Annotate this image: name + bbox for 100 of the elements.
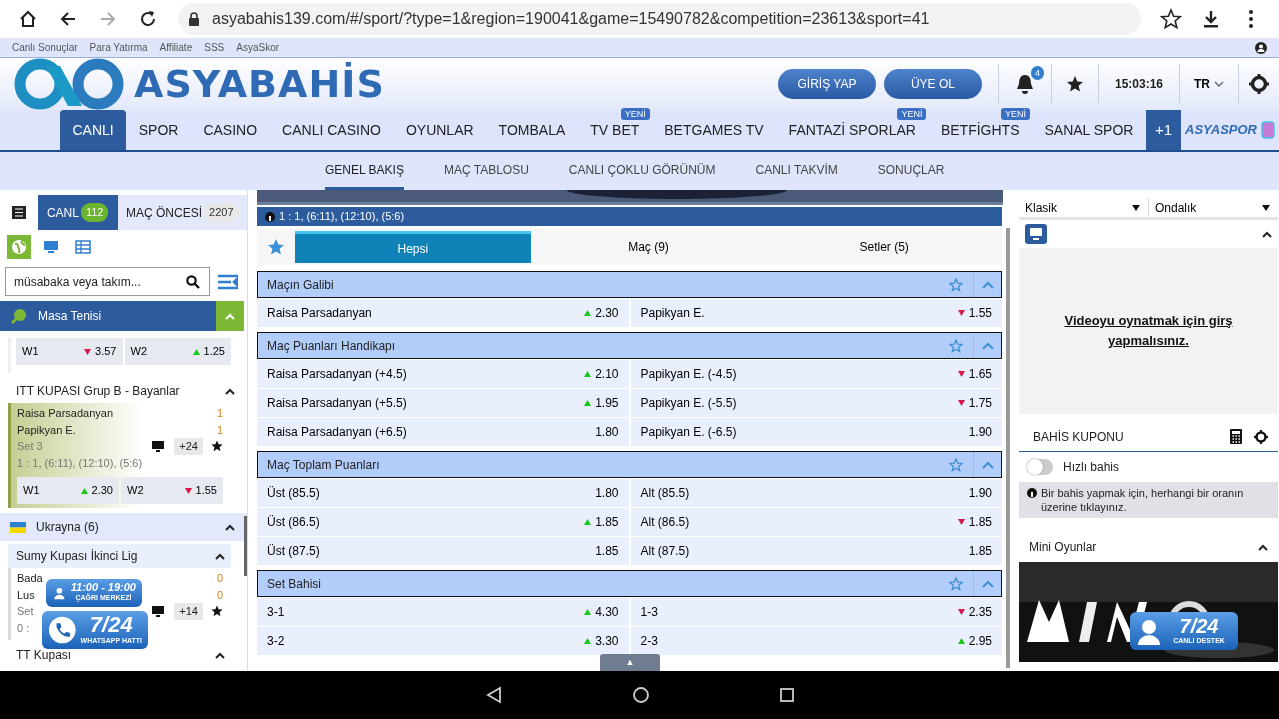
notification-count: 4 <box>1030 66 1044 80</box>
top-link[interactable]: Affiliate <box>159 40 193 55</box>
star-icon[interactable] <box>1160 8 1182 30</box>
monitor-icon[interactable] <box>152 605 165 618</box>
odds-cell[interactable]: 1-3 2.35 <box>630 598 1002 626</box>
chevron-up-icon[interactable] <box>225 523 235 531</box>
top-link[interactable]: AsyaSkor <box>236 40 280 55</box>
odds-cell[interactable]: Raisa Parsadanyan 2.30 <box>257 299 629 327</box>
odds-cell[interactable]: Üst (87.5) 1.85 <box>257 537 629 565</box>
nav-tab[interactable]: SANAL SPOR <box>1032 110 1146 150</box>
nav-tab[interactable]: BETGAMES TV <box>651 110 777 150</box>
odds-cell[interactable]: Papikyan E. (-4.5) 1.65 <box>630 360 1002 388</box>
odds-cell[interactable]: Üst (86.5) 1.85 <box>257 508 629 536</box>
star-icon[interactable] <box>211 605 223 618</box>
odds-cell[interactable]: Raisa Parsadanyan (+5.5) 1.95 <box>257 389 629 417</box>
nav-tab[interactable]: CASINO <box>190 110 270 150</box>
chevron-up-icon <box>225 312 235 320</box>
chevron-up-icon <box>981 579 994 588</box>
odds-cell[interactable]: 2-3 2.95 <box>630 627 1002 655</box>
odds-button[interactable]: W1 3.57 <box>16 338 123 365</box>
odds-cell[interactable]: 3-2 3.30 <box>257 627 629 655</box>
top-link[interactable]: SSS <box>204 40 225 55</box>
nav-tab[interactable]: TOMBALA <box>486 110 578 150</box>
star-outline-icon[interactable] <box>949 457 963 472</box>
sub-nav-tab[interactable]: CANLI TAKVİM <box>755 152 838 190</box>
nav-tab[interactable]: OYUNLAR <box>393 110 487 150</box>
star-outline-icon[interactable] <box>949 576 963 591</box>
sub-nav-tab[interactable]: CANLI ÇOKLU GÖRÜNÜM <box>568 152 716 190</box>
top-link[interactable]: Canlı Sonuçlar <box>12 40 78 55</box>
star-outline-icon[interactable] <box>949 338 963 353</box>
sidebar-tab[interactable]: MAÇ ÖNCESİ 2207 <box>117 195 247 230</box>
chevron-up-icon[interactable] <box>1262 230 1272 238</box>
odds-cell[interactable]: 3-1 4.30 <box>257 598 629 626</box>
toggle-switch[interactable] <box>1027 459 1053 475</box>
user-icon[interactable] <box>1255 41 1267 54</box>
more-markets-badge[interactable]: +24 <box>174 438 203 455</box>
partner-logo[interactable]: ASYASPOR <box>1181 110 1279 150</box>
odds-button[interactable]: W1 2.30 <box>17 477 119 504</box>
monitor-icon[interactable] <box>1025 224 1047 244</box>
odds-cell[interactable]: Papikyan E. 1.55 <box>630 299 1002 327</box>
team-score: 0 <box>216 587 223 603</box>
count-badge: 2207 <box>204 203 239 222</box>
competition-name: Sumy Kupası İkinci Lig <box>16 548 138 565</box>
home-icon[interactable] <box>631 686 650 704</box>
odds-button[interactable]: W2 1.55 <box>121 477 223 504</box>
odds-cell[interactable]: Üst (85.5) 1.80 <box>257 479 629 507</box>
calculator-icon[interactable] <box>1230 429 1242 444</box>
odds-cell[interactable]: Raisa Parsadanyan (+4.5) 2.10 <box>257 360 629 388</box>
language-select[interactable]: TR <box>1188 74 1230 94</box>
bell-icon[interactable] <box>1014 73 1035 95</box>
chevron-up-icon <box>981 341 994 350</box>
chevron-up-icon[interactable] <box>215 552 225 560</box>
nav-tab[interactable]: SPOR <box>126 110 191 150</box>
sub-nav-tab[interactable]: SONUÇLAR <box>877 152 945 190</box>
register-button[interactable]: ÜYE OL <box>883 69 982 99</box>
odds-button[interactable]: W2 1.25 <box>124 338 231 365</box>
odds-cell[interactable]: Alt (86.5) 1.85 <box>630 508 1002 536</box>
odds-cell[interactable]: Papikyan E. (-5.5) 1.75 <box>630 389 1002 417</box>
more-menu-icon[interactable] <box>1248 9 1254 29</box>
star-outline-icon[interactable] <box>949 277 963 292</box>
team-score: 0 <box>216 571 223 586</box>
home-icon[interactable] <box>18 9 38 29</box>
top-link[interactable]: Para Yatırma <box>89 40 148 55</box>
market-tab[interactable]: Setler (5) <box>766 231 1002 263</box>
chevron-up-icon[interactable] <box>1258 543 1268 551</box>
login-prompt-link[interactable]: Videoyu oynatmak için girş yapmalısınız. <box>1048 311 1249 351</box>
odds-cell[interactable]: Papikyan E. (-6.5) 1.90 <box>630 418 1002 446</box>
star-icon[interactable] <box>1065 75 1084 93</box>
nav-tab[interactable]: CANLI CASINO <box>269 110 394 150</box>
scrollbar[interactable] <box>1006 228 1010 668</box>
monitor-icon <box>43 239 59 255</box>
download-icon[interactable] <box>1202 9 1220 29</box>
chevron-up-icon[interactable] <box>215 651 225 659</box>
search-field[interactable]: müsabaka veya takım... <box>5 267 210 296</box>
scrollbar[interactable] <box>244 516 247 576</box>
market-tab[interactable]: Maç (9) <box>530 231 767 263</box>
odds-cell[interactable]: Raisa Parsadanyan (+6.5) 1.80 <box>257 418 629 446</box>
list-icon[interactable] <box>11 206 26 219</box>
monitor-icon[interactable] <box>152 440 165 453</box>
back-icon[interactable] <box>485 686 502 704</box>
filter-menu-icon[interactable] <box>218 273 238 290</box>
address-bar[interactable]: asyabahis139.com/#/sport/?type=1&region=190041&game=15490782&competition=23613&sport=41 <box>178 3 1141 35</box>
market-tab[interactable]: Hepsi <box>295 231 531 263</box>
scroll-top-button[interactable]: ▲ <box>600 654 660 671</box>
chevron-up-icon[interactable] <box>225 387 235 395</box>
sidebar-tab[interactable]: CANL 112 <box>37 195 118 230</box>
odds-cell[interactable]: Alt (87.5) 1.85 <box>630 537 1002 565</box>
odds-cell[interactable]: Alt (85.5) 1.90 <box>630 479 1002 507</box>
new-badge: YENİ <box>1001 108 1030 120</box>
live-score: 1 : 1, (6:11), (12:10), (5:6) <box>279 209 405 225</box>
nav-tab[interactable]: CANLI <box>60 110 127 150</box>
reload-icon[interactable] <box>138 9 158 29</box>
recent-apps-icon[interactable] <box>779 688 794 702</box>
sub-nav-tab[interactable]: MAÇ TABLOSU <box>443 152 529 190</box>
login-button[interactable]: GİRİŞ YAP <box>777 69 876 99</box>
star-icon[interactable] <box>211 440 223 453</box>
chevron-down-icon <box>1214 81 1224 87</box>
more-button[interactable]: +1 <box>1145 110 1181 150</box>
more-markets-badge[interactable]: +14 <box>174 603 203 620</box>
search-icon[interactable] <box>186 275 200 289</box>
